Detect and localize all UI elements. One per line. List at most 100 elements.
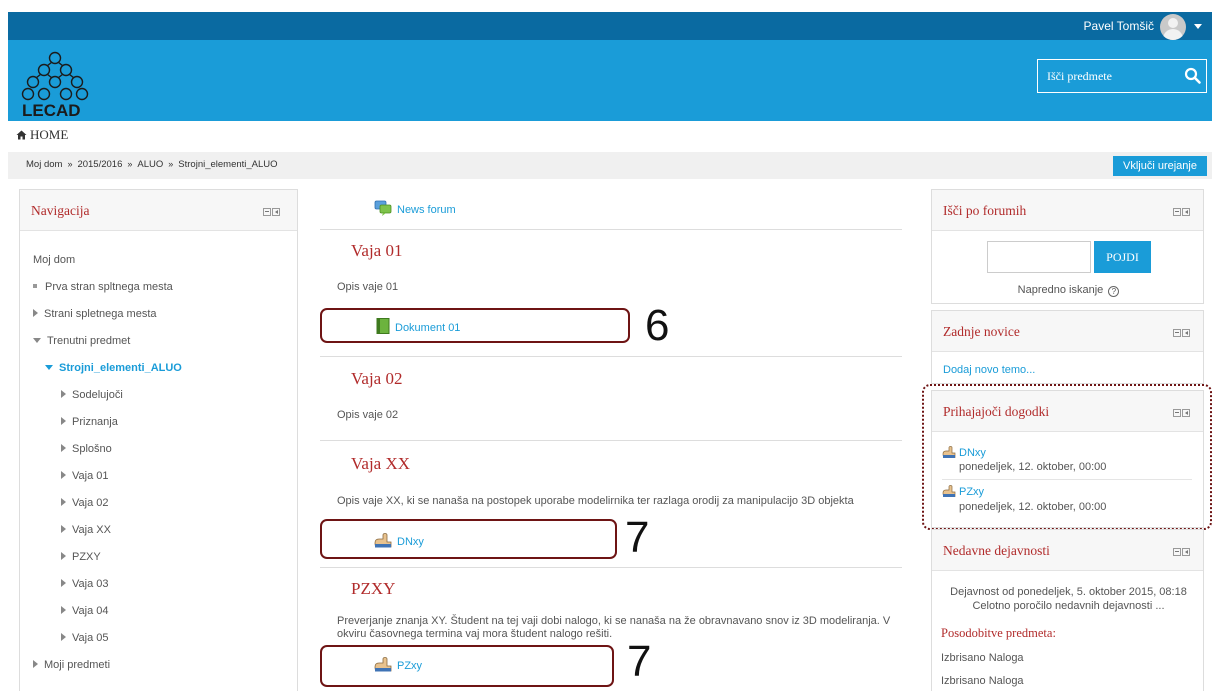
search-icon[interactable] (1183, 66, 1203, 86)
home-link[interactable]: HOME (16, 127, 68, 143)
nav-item-label: Prva stran spltnega mesta (45, 281, 173, 293)
expanded-arrow-icon (45, 365, 53, 370)
breadcrumb-separator: » (67, 159, 73, 169)
collapsed-arrow-icon (61, 498, 66, 506)
collapsed-arrow-icon (61, 444, 66, 452)
section-divider (320, 440, 902, 441)
section-desc-pzxy-line-1: Preverjanje znanja XY. Študent na tej va… (337, 615, 891, 627)
nav-item[interactable]: Moj dom (33, 254, 75, 266)
forum-search-block: Išči po forumih POJDI Napredno iskanje ? (931, 189, 1204, 304)
recent-activity-since: Dejavnost od ponedeljek, 5. oktober 2015… (950, 586, 1187, 598)
recent-activity-title: Nedavne dejavnosti (943, 543, 1050, 558)
annotation-box (922, 384, 1212, 530)
nav-item-label: PZXY (72, 551, 101, 563)
home-icon (16, 130, 27, 140)
nav-item[interactable]: Vaja 05 (61, 632, 109, 644)
news-forum-label: News forum (397, 204, 456, 216)
collapsed-arrow-icon (61, 471, 66, 479)
block-dock-controls-icon[interactable] (1173, 548, 1191, 556)
breadcrumb-item[interactable]: 2015/2016 (77, 159, 122, 170)
nav-item[interactable]: Priznanja (61, 416, 118, 428)
collapsed-arrow-icon (33, 660, 38, 668)
course-search (1037, 59, 1207, 93)
section-title-vaja-xx: Vaja XX (351, 454, 411, 473)
block-dock-controls-icon[interactable] (1173, 208, 1191, 216)
course-search-input[interactable] (1038, 60, 1178, 92)
nav-item[interactable]: Prva stran spltnega mesta (33, 281, 173, 293)
nav-item-label: Moji predmeti (44, 659, 111, 671)
news-forum-link[interactable]: News forum (374, 200, 456, 216)
nav-item-label: Vaja 03 (72, 578, 109, 590)
navigation-block-header: Navigacija (20, 190, 297, 231)
annotation-box (320, 645, 614, 687)
expanded-arrow-icon (33, 338, 41, 343)
course-update-item: Izbrisano Naloga (941, 652, 1024, 664)
section-desc-pzxy-line-2: okviru časovnega termina vaj mora študen… (337, 628, 613, 640)
nav-item[interactable]: Strojni_elementi_ALUO (45, 362, 182, 374)
nav-item[interactable]: Trenutni predmet (33, 335, 130, 347)
nav-item[interactable]: Vaja 03 (61, 578, 109, 590)
breadcrumb-item[interactable]: Strojni_elementi_ALUO (178, 159, 277, 170)
nav-item[interactable]: Splošno (61, 443, 112, 455)
forum-search-input[interactable] (987, 241, 1091, 273)
latest-news-title: Zadnje novice (943, 324, 1020, 339)
advanced-search-link[interactable]: Napredno iskanje ? (932, 284, 1205, 297)
section-title-vaja-02: Vaja 02 (351, 369, 403, 388)
edit-mode-button[interactable]: Vključi urejanje (1113, 156, 1207, 176)
annotation-box (320, 308, 630, 343)
collapsed-arrow-icon (61, 525, 66, 533)
nav-item-label: Moj dom (33, 254, 76, 266)
user-menu-chevron-down-icon[interactable] (1194, 24, 1202, 29)
latest-news-block: Zadnje novice Dodaj novo temo... (931, 310, 1204, 384)
breadcrumb: Moj dom » 2015/2016 » ALUO » Strojni_elementi_… (26, 159, 278, 170)
collapsed-arrow-icon (61, 606, 66, 614)
collapsed-arrow-icon (61, 417, 66, 425)
nav-item[interactable]: Vaja 01 (61, 470, 109, 482)
nav-item-label: Trenutni predmet (47, 335, 131, 347)
collapsed-arrow-icon (61, 633, 66, 641)
block-dock-controls-icon[interactable] (263, 208, 281, 216)
annotation-number: 7 (627, 637, 652, 686)
add-topic-link[interactable]: Dodaj novo temo... (943, 364, 1035, 376)
nav-item[interactable]: Strani spletnega mesta (33, 308, 157, 320)
nav-item[interactable]: Vaja 02 (61, 497, 109, 509)
forum-search-button[interactable]: POJDI (1094, 241, 1151, 273)
section-divider (320, 229, 902, 230)
nav-item[interactable]: PZXY (61, 551, 101, 563)
user-name[interactable]: Pavel Tomšič (1084, 19, 1154, 33)
home-label: HOME (30, 127, 69, 142)
collapsed-arrow-icon (61, 579, 66, 587)
advanced-search-label: Napredno iskanje (1017, 284, 1104, 296)
nav-item-label: Strojni_elementi_ALUO (59, 362, 182, 374)
breadcrumb-item[interactable]: Moj dom (26, 159, 62, 170)
collapsed-arrow-icon (33, 309, 38, 317)
user-avatar-icon[interactable] (1160, 14, 1186, 40)
collapsed-arrow-icon (61, 552, 66, 560)
section-divider (320, 356, 902, 357)
logo-text: LECAD (22, 101, 81, 118)
nav-item[interactable]: Vaja XX (61, 524, 111, 536)
lecad-logo[interactable]: LECAD (20, 50, 90, 118)
block-dock-controls-icon[interactable] (1173, 329, 1191, 337)
nav-item-label: Splošno (72, 443, 112, 455)
section-desc-vaja-02: Opis vaje 02 (337, 409, 399, 421)
annotation-box (320, 519, 617, 559)
course-update-item: Izbrisano Naloga (941, 675, 1024, 687)
nav-item-label: Vaja 05 (72, 632, 109, 644)
top-bar: Pavel Tomšič (8, 12, 1212, 40)
nav-item-label: Vaja 04 (72, 605, 109, 617)
breadcrumb-item[interactable]: ALUO (137, 159, 163, 170)
nav-item[interactable]: Vaja 04 (61, 605, 109, 617)
navigation-block: Navigacija Moj dom Prva stran spltnega me… (19, 189, 298, 691)
nav-item-label: Vaja 01 (72, 470, 109, 482)
section-divider (320, 567, 902, 568)
nav-item[interactable]: Sodelujoči (61, 389, 123, 401)
help-icon[interactable]: ? (1108, 286, 1120, 297)
forum-search-header: Išči po forumih (932, 190, 1203, 231)
recent-activity-header: Nedavne dejavnosti (932, 530, 1203, 571)
collapsed-arrow-icon (61, 390, 66, 398)
nav-item[interactable]: Moji predmeti (33, 659, 110, 671)
full-report-link[interactable]: Celotno poročilo nedavnih dejavnosti ... (932, 600, 1205, 612)
section-desc-vaja-xx: Opis vaje XX, ki se nanaša na postopek u… (337, 495, 854, 507)
site-header: LECAD (8, 40, 1212, 121)
